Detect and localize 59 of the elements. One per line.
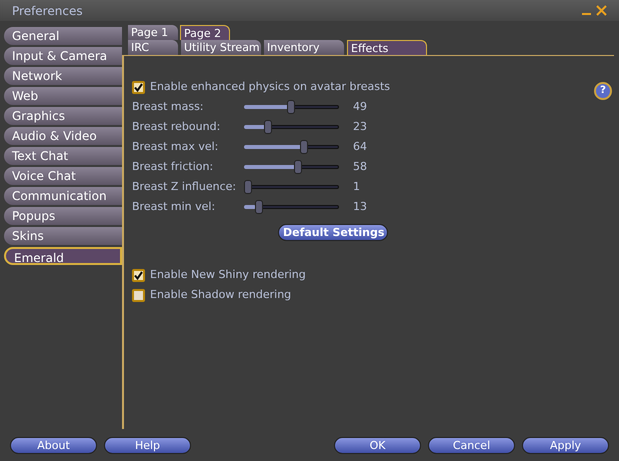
slider-label: Breast Z influence: — [132, 178, 238, 195]
tab[interactable]: IRC — [128, 40, 178, 55]
sidebar-item[interactable]: Skins — [4, 227, 122, 245]
sidebar-item[interactable]: General — [4, 27, 122, 45]
sidebar-item[interactable]: Graphics — [4, 107, 122, 125]
page-tab[interactable]: Page 2 — [180, 25, 230, 40]
checkbox[interactable] — [132, 268, 145, 282]
slider-value: 1 — [353, 178, 360, 195]
slider[interactable] — [244, 120, 339, 134]
slider[interactable] — [244, 140, 339, 154]
checkmark-icon — [134, 82, 143, 92]
dialog-button[interactable]: Help — [104, 436, 191, 454]
slider-label: Breast max vel: — [132, 138, 220, 155]
sidebar-item[interactable]: Web — [4, 87, 122, 105]
slider[interactable] — [244, 180, 339, 194]
slider[interactable] — [244, 100, 339, 114]
slider-value: 64 — [353, 138, 367, 155]
tab[interactable]: Effects — [347, 40, 427, 55]
sidebar-item[interactable]: Input & Camera — [4, 47, 122, 65]
close-icon[interactable] — [596, 5, 607, 16]
dialog-button[interactable]: About — [10, 436, 97, 454]
sidebar-item[interactable]: Communication — [4, 187, 122, 205]
slider-thumb[interactable] — [300, 140, 308, 154]
slider-label: Breast mass: — [132, 98, 204, 115]
checkbox-label: Enable New Shiny rendering — [150, 266, 306, 283]
checkmark-icon — [134, 270, 143, 280]
checkbox[interactable] — [132, 80, 145, 94]
slider[interactable] — [244, 160, 339, 174]
sidebar-item[interactable]: Voice Chat — [4, 167, 122, 185]
slider-thumb[interactable] — [255, 200, 264, 214]
checkbox-label: Enable Shadow rendering — [150, 286, 292, 303]
dialog-button[interactable]: Default Settings — [278, 224, 388, 241]
sidebar-item[interactable]: Text Chat — [4, 147, 122, 165]
slider-value: 13 — [353, 198, 367, 215]
slider-value: 49 — [353, 98, 367, 115]
help-button[interactable]: ? — [594, 82, 612, 100]
slider-thumb[interactable] — [286, 100, 295, 114]
tab[interactable]: Utility Stream — [181, 40, 261, 55]
sidebar-item[interactable]: Popups — [4, 207, 122, 225]
slider-value: 58 — [353, 158, 367, 175]
checkbox[interactable] — [132, 288, 145, 302]
dialog-button[interactable]: OK — [334, 436, 421, 454]
slider[interactable] — [244, 200, 339, 214]
slider-label: Breast friction: — [132, 158, 214, 175]
slider-thumb[interactable] — [294, 160, 302, 174]
slider-label: Breast min vel: — [132, 198, 216, 215]
sidebar-item[interactable]: Emerald — [4, 247, 122, 265]
slider-thumb[interactable] — [244, 180, 252, 194]
sidebar-item[interactable]: Network — [4, 67, 122, 85]
page-tab[interactable]: Page 1 — [128, 25, 178, 40]
checkbox-label: Enable enhanced physics on avatar breasts — [150, 78, 390, 95]
tab[interactable]: Inventory — [264, 40, 344, 55]
slider-thumb[interactable] — [264, 120, 272, 134]
slider-value: 23 — [353, 118, 367, 135]
sidebar-item[interactable]: Audio & Video — [4, 127, 122, 145]
window-title: Preferences — [12, 2, 83, 20]
dialog-button[interactable]: Apply — [522, 436, 609, 454]
dialog-button[interactable]: Cancel — [428, 436, 515, 454]
slider-label: Breast rebound: — [132, 118, 222, 135]
